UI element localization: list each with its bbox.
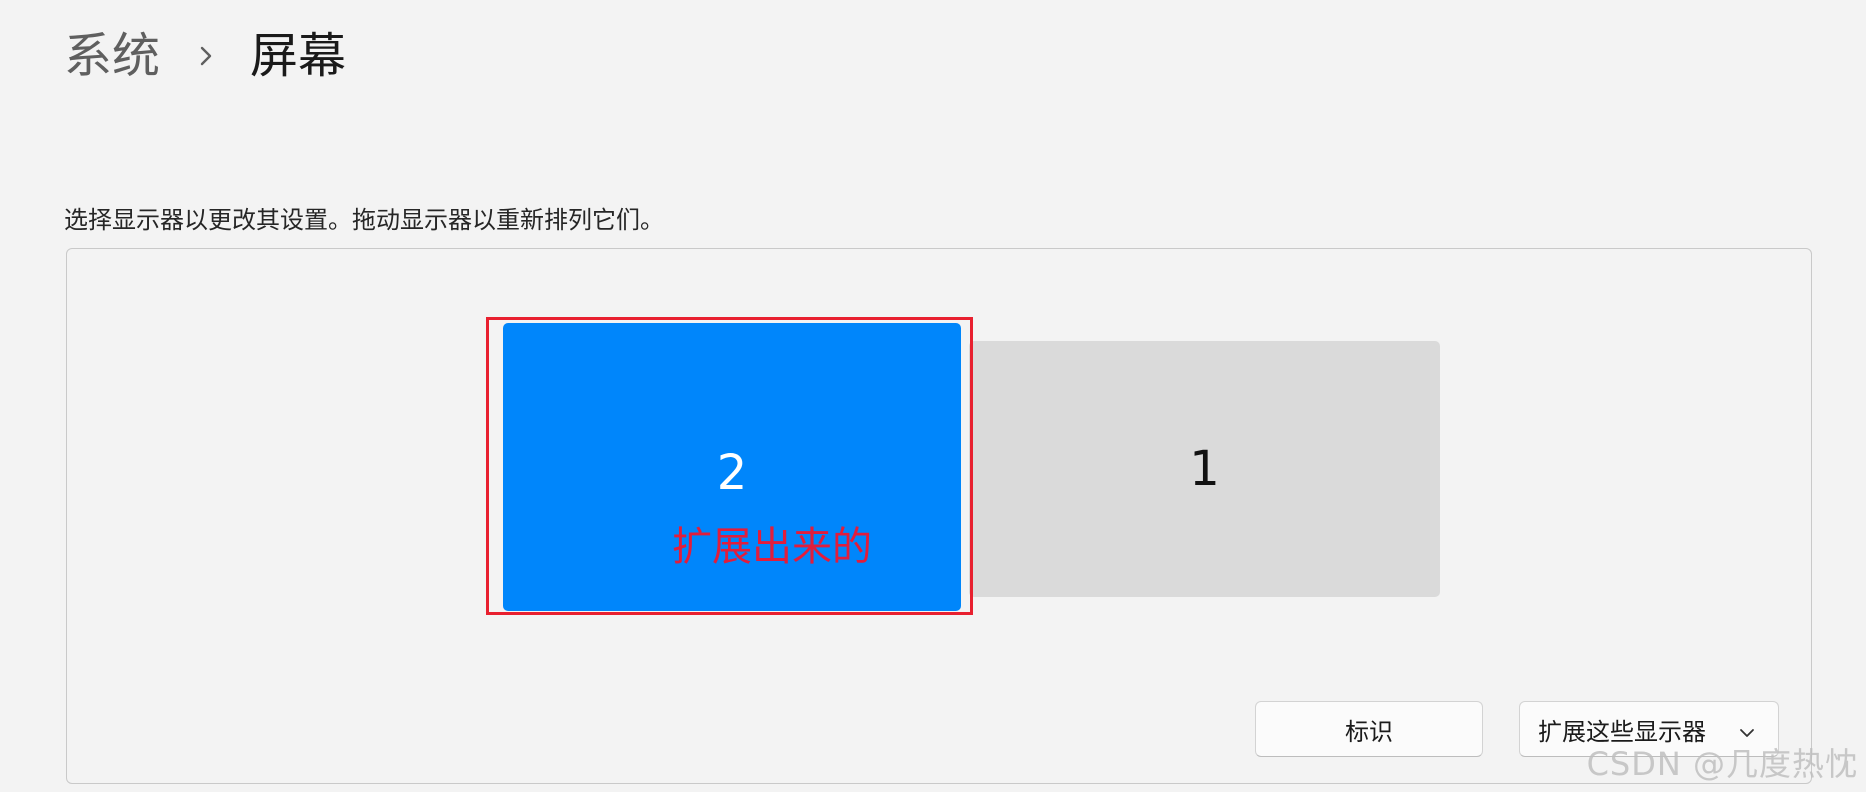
page-title: 屏幕 — [250, 28, 347, 84]
monitor-2-number: 2 — [716, 445, 748, 501]
monitor-1-number: 1 — [1189, 441, 1220, 497]
display-mode-label: 扩展这些显示器 — [1538, 717, 1706, 746]
breadcrumb-system[interactable]: 系统 — [64, 24, 160, 88]
chevron-down-icon — [1738, 720, 1756, 738]
extended-display-annotation: 扩展出来的 — [672, 524, 872, 570]
chevron-right-icon — [186, 36, 226, 76]
display-instruction: 选择显示器以更改其设置。拖动显示器以重新排列它们。 — [64, 206, 664, 234]
monitor-2[interactable]: 2 扩展出来的 — [503, 323, 961, 611]
watermark: CSDN @几度热忱 — [1586, 745, 1858, 783]
display-arrangement-panel: 1 2 扩展出来的 标识 扩展这些显示器 — [66, 248, 1812, 784]
breadcrumb: 系统 屏幕 — [64, 24, 346, 88]
identify-button[interactable]: 标识 — [1255, 701, 1483, 757]
